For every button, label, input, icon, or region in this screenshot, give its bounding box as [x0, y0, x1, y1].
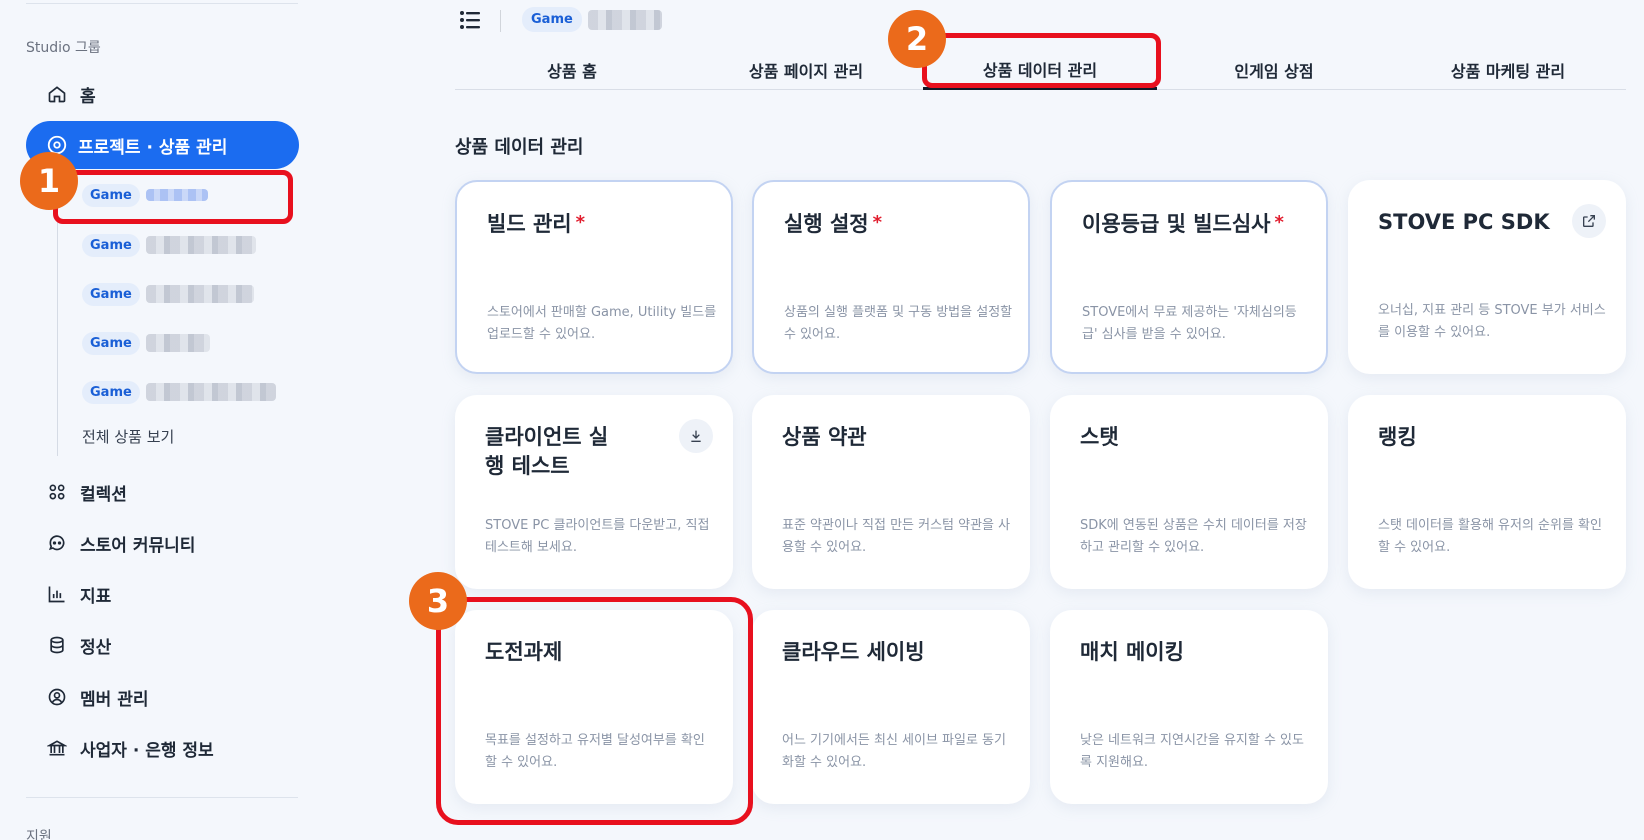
card-product-terms[interactable]: 상품 약관 표준 약관이나 직접 만든 커스텀 약관을 사용할 수 있어요. — [752, 395, 1030, 589]
member-icon — [46, 686, 68, 708]
step-badge-2: 2 — [888, 10, 946, 68]
required-mark: * — [1274, 212, 1284, 233]
card-title: 랭킹 — [1378, 425, 1417, 449]
card-client-launch-test[interactable]: 클라이언트 실행 테스트 STOVE PC 클라이언트를 다운받고, 직접 테스… — [455, 395, 733, 589]
community-icon — [46, 532, 68, 554]
game-pill: Game — [82, 331, 140, 355]
nav-label: 정산 — [80, 637, 112, 658]
nav-business-bank[interactable]: 사업자 · 은행 정보 — [46, 731, 214, 765]
nav-settlement[interactable]: 정산 — [46, 628, 111, 662]
card-title: 스탯 — [1080, 425, 1119, 449]
highlight-box-3 — [436, 597, 753, 825]
nav-collection[interactable]: 컬렉션 — [46, 475, 127, 509]
card-description: 오너십, 지표 관리 등 STOVE 부가 서비스를 이용할 수 있어요. — [1378, 303, 1606, 341]
card-description: 스토어에서 판매할 Game, Utility 빌드를 업로드할 수 있어요. — [487, 305, 717, 343]
card-ranking[interactable]: 랭킹 스탯 데이터를 활용해 유저의 순위를 확인할 수 있어요. — [1348, 395, 1626, 589]
step-badge-3: 3 — [409, 572, 467, 630]
card-title: 실행 설정 * — [784, 212, 883, 236]
card-title: 매치 메이킹 — [1080, 640, 1184, 664]
card-build-management[interactable]: 빌드 관리 * 스토어에서 판매할 Game, Utility 빌드를 업로드할 … — [455, 180, 733, 374]
sidebar: Studio 그룹 홈 프로젝트 · 상품 관리 Game Game Game … — [0, 0, 330, 840]
tab-product-marketing[interactable]: 상품 마케팅 관리 — [1391, 50, 1625, 90]
card-title: 빌드 관리 * — [487, 212, 586, 236]
highlight-box-1 — [53, 170, 293, 224]
card-cloud-saving[interactable]: 클라우드 세이빙 어느 기기에서든 최신 세이브 파일로 동기화할 수 있어요. — [752, 610, 1030, 804]
bank-icon — [46, 737, 68, 759]
blurred-name — [145, 334, 210, 352]
card-launch-settings[interactable]: 실행 설정 * 상품의 실행 플랫폼 및 구동 방법을 설정할 수 있어요. — [752, 180, 1030, 374]
card-description: 어느 기기에서든 최신 세이브 파일로 동기화할 수 있어요. — [782, 733, 1006, 771]
card-match-making[interactable]: 매치 메이킹 낮은 네트워크 지연시간을 유지할 수 있도록 지원해요. — [1050, 610, 1328, 804]
nav-project-product-label: 프로젝트 · 상품 관리 — [78, 137, 228, 158]
blurred-product-name — [588, 10, 662, 30]
nav-label: 사업자 · 은행 정보 — [80, 740, 214, 761]
nav-home-label: 홈 — [80, 86, 96, 107]
all-products-link[interactable]: 전체 상품 보기 — [82, 426, 174, 447]
nav-label: 지표 — [80, 586, 112, 607]
sub-item-game-4[interactable]: Game — [82, 328, 210, 358]
nav-label: 스토어 커뮤니티 — [80, 535, 196, 556]
blurred-name — [145, 285, 254, 303]
blurred-name — [145, 236, 256, 254]
card-description: 표준 약관이나 직접 만든 커스텀 약관을 사용할 수 있어요. — [782, 518, 1011, 556]
download-icon[interactable] — [679, 419, 713, 453]
nav-metrics[interactable]: 지표 — [46, 577, 111, 611]
section-title: 상품 데이터 관리 — [455, 137, 584, 158]
blurred-name — [145, 383, 276, 401]
card-title: 클라우드 세이빙 — [782, 640, 925, 664]
card-description: 상품의 실행 플랫폼 및 구동 방법을 설정할 수 있어요. — [784, 305, 1013, 343]
sub-item-game-2[interactable]: Game — [82, 230, 256, 260]
card-title: STOVE PC SDK — [1378, 210, 1550, 234]
collection-icon — [46, 481, 68, 503]
chart-icon — [46, 583, 68, 605]
external-link-icon[interactable] — [1572, 204, 1606, 238]
game-pill: Game — [82, 282, 140, 306]
card-title: 이용등급 및 빌드심사 * — [1082, 212, 1284, 236]
card-description: SDK에 연동된 상품은 수치 데이터를 저장하고 관리할 수 있어요. — [1080, 518, 1307, 556]
nav-home[interactable]: 홈 — [46, 77, 96, 111]
game-pill: Game — [82, 233, 140, 257]
support-label: 지원 — [26, 829, 52, 840]
card-rating-review[interactable]: 이용등급 및 빌드심사 * STOVE에서 무료 제공하는 '자체심의등급' 심사… — [1050, 180, 1328, 374]
card-title: 상품 약관 — [782, 425, 867, 449]
game-pill: Game — [522, 7, 582, 32]
required-mark: * — [872, 212, 883, 233]
divider — [26, 3, 298, 4]
group-label: Studio 그룹 — [26, 40, 101, 56]
tab-product-page[interactable]: 상품 페이지 관리 — [689, 50, 923, 90]
list-menu-icon[interactable] — [458, 8, 482, 32]
tab-ingame-store[interactable]: 인게임 상점 — [1157, 50, 1391, 90]
game-pill: Game — [82, 380, 140, 404]
nav-label: 멤버 관리 — [80, 689, 149, 710]
highlight-box-2 — [922, 33, 1161, 88]
divider — [500, 10, 501, 32]
card-description: 스탯 데이터를 활용해 유저의 순위를 확인할 수 있어요. — [1378, 518, 1602, 556]
nav-member-management[interactable]: 멤버 관리 — [46, 680, 148, 714]
sub-item-game-5[interactable]: Game — [82, 377, 276, 407]
step-badge-1: 1 — [20, 152, 78, 210]
card-title: 클라이언트 실행 테스트 — [485, 425, 609, 479]
divider — [26, 797, 298, 798]
database-icon — [46, 634, 68, 656]
card-description: 낮은 네트워크 지연시간을 유지할 수 있도록 지원해요. — [1080, 733, 1304, 771]
home-icon — [46, 83, 68, 105]
nav-store-community[interactable]: 스토어 커뮤니티 — [46, 526, 195, 560]
tab-product-home[interactable]: 상품 홈 — [455, 50, 689, 90]
card-description: STOVE에서 무료 제공하는 '자체심의등급' 심사를 받을 수 있어요. — [1082, 305, 1297, 343]
required-mark: * — [575, 212, 586, 233]
card-stats[interactable]: 스탯 SDK에 연동된 상품은 수치 데이터를 저장하고 관리할 수 있어요. — [1050, 395, 1328, 589]
nav-label: 컬렉션 — [80, 484, 127, 505]
card-description: STOVE PC 클라이언트를 다운받고, 직접 테스트해 보세요. — [485, 518, 710, 556]
sub-item-game-3[interactable]: Game — [82, 279, 254, 309]
card-stove-pc-sdk[interactable]: STOVE PC SDK 오너십, 지표 관리 등 STOVE 부가 서비스를 … — [1348, 180, 1626, 374]
